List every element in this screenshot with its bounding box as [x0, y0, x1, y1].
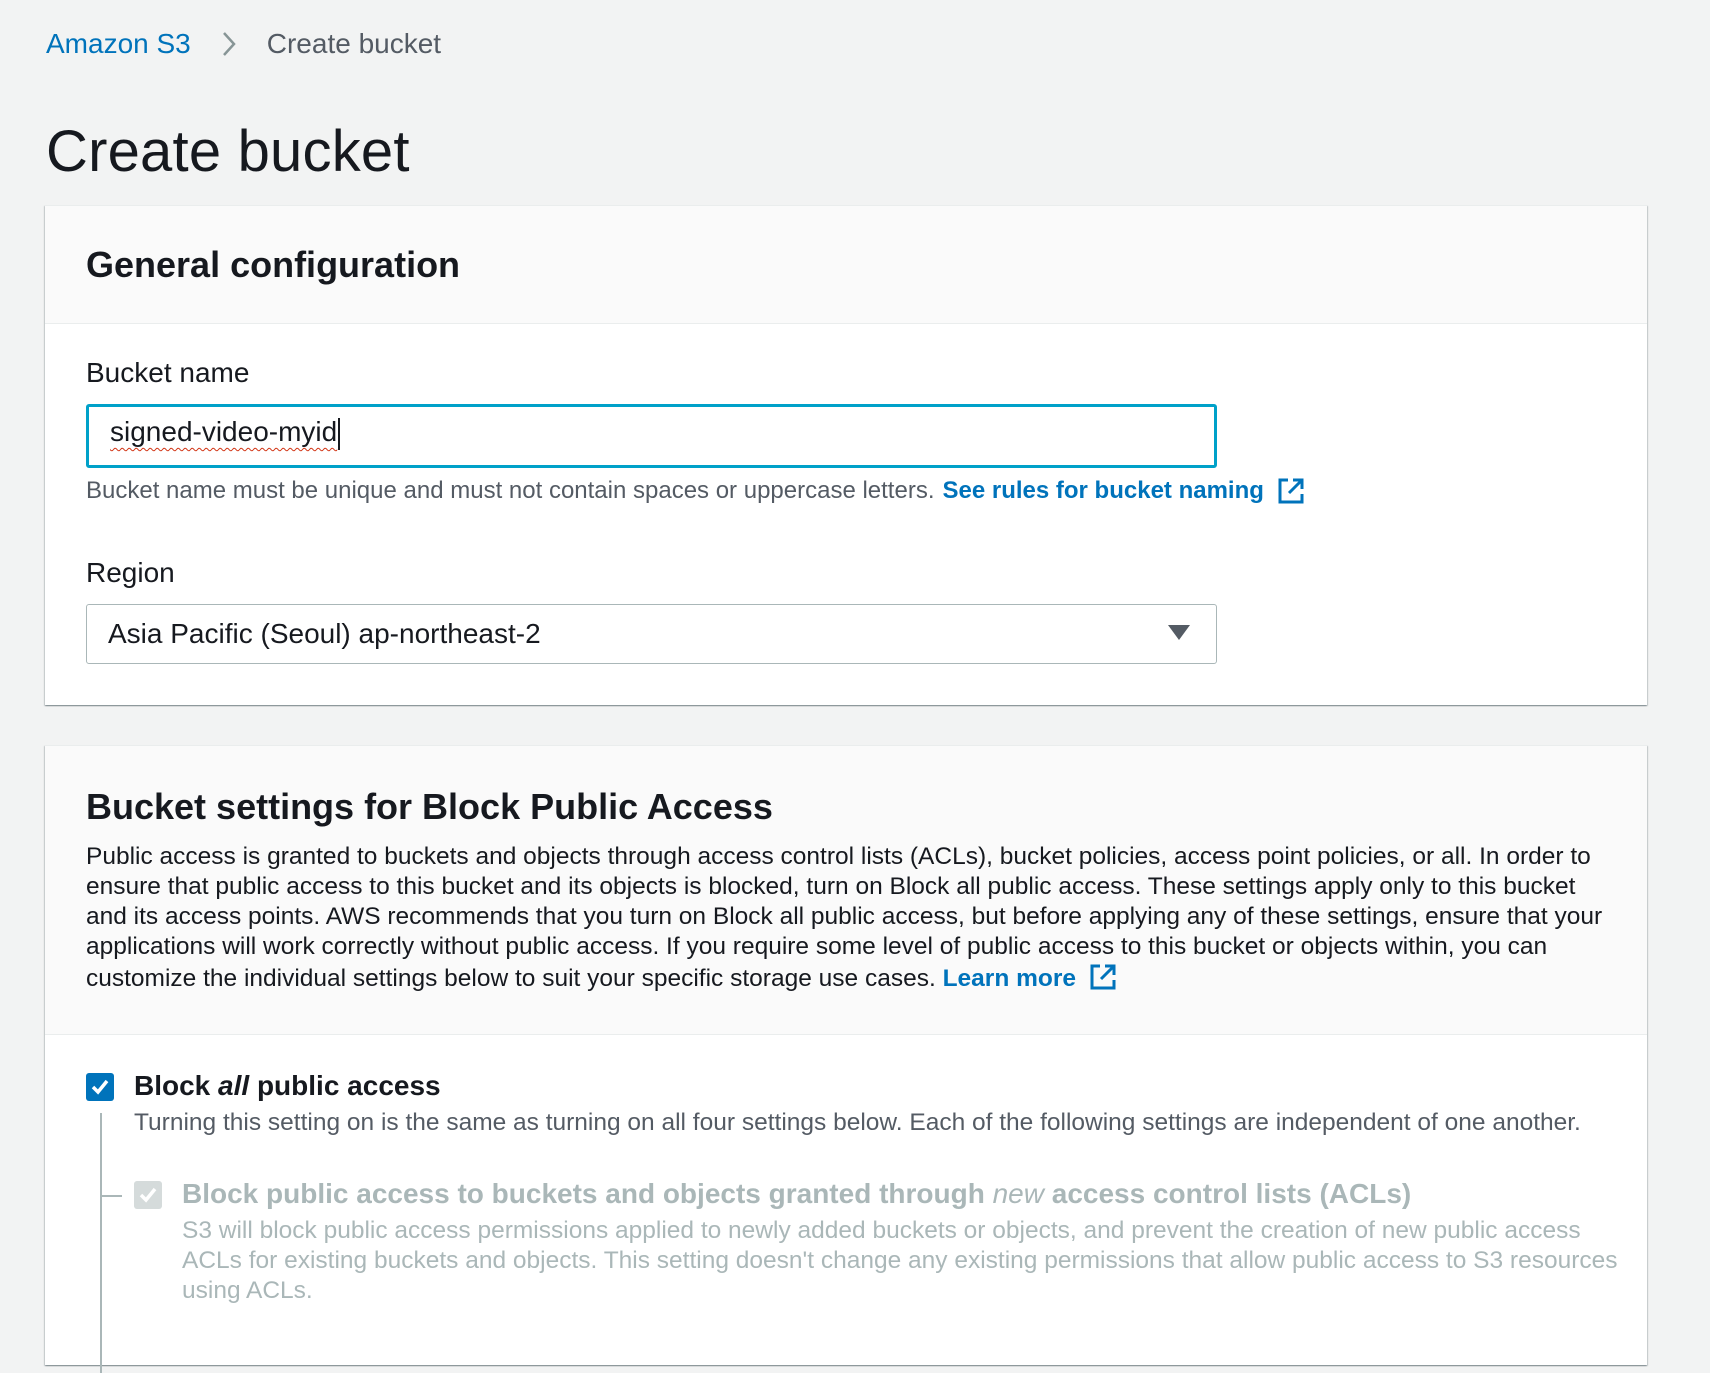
breadcrumb: Amazon S3 Create bucket	[46, 26, 441, 62]
bucket-naming-rules-link[interactable]: See rules for bucket naming	[942, 477, 1263, 505]
block-public-access-title: Bucket settings for Block Public Access	[86, 786, 773, 827]
breadcrumb-amazon-s3-link[interactable]: Amazon S3	[46, 28, 191, 60]
external-link-icon[interactable]	[1088, 962, 1118, 992]
block-all-public-access-title: Block all public access	[134, 1070, 441, 1101]
general-configuration-title: General configuration	[86, 244, 461, 285]
checkmark-icon	[139, 1187, 157, 1203]
block-public-access-description: Public access is granted to buckets and …	[86, 842, 1606, 994]
region-label: Region	[86, 557, 175, 588]
region-select-value: Asia Pacific (Seoul) ap-northeast-2	[108, 618, 541, 649]
block-public-access-header: Bucket settings for Block Public Access …	[45, 746, 1647, 1035]
block-new-acls-title: Block public access to buckets and objec…	[182, 1178, 1412, 1209]
bucket-name-label: Bucket name	[86, 357, 250, 388]
bucket-name-hint-text: Bucket name must be unique and must not …	[86, 477, 935, 504]
block-new-acls-description: S3 will block public access permissions …	[182, 1217, 1618, 1304]
tree-connector-line	[100, 1113, 102, 1373]
block-new-acls-checkbox	[134, 1181, 162, 1209]
breadcrumb-current: Create bucket	[266, 28, 442, 59]
region-select[interactable]: Asia Pacific (Seoul) ap-northeast-2	[86, 604, 1217, 664]
tree-connector-branch	[100, 1195, 122, 1197]
block-public-access-description-text: Public access is granted to buckets and …	[86, 843, 1603, 992]
chevron-right-icon	[219, 26, 239, 62]
caret-down-icon	[1168, 625, 1190, 640]
general-configuration-header: General configuration	[45, 206, 1647, 324]
page-title: Create bucket	[46, 119, 410, 184]
block-public-access-panel: Bucket settings for Block Public Access …	[45, 745, 1647, 1373]
bucket-name-input[interactable]	[86, 404, 1217, 468]
checkmark-icon	[91, 1079, 109, 1095]
external-link-icon[interactable]	[1276, 476, 1306, 506]
block-all-public-access-description: Turning this setting on is the same as t…	[134, 1109, 1581, 1136]
general-configuration-panel: General configuration Bucket name signed…	[45, 205, 1647, 705]
bucket-name-hint: Bucket name must be unique and must not …	[86, 476, 1306, 506]
learn-more-link[interactable]: Learn more	[943, 965, 1076, 992]
block-all-public-access-checkbox[interactable]	[86, 1073, 114, 1101]
